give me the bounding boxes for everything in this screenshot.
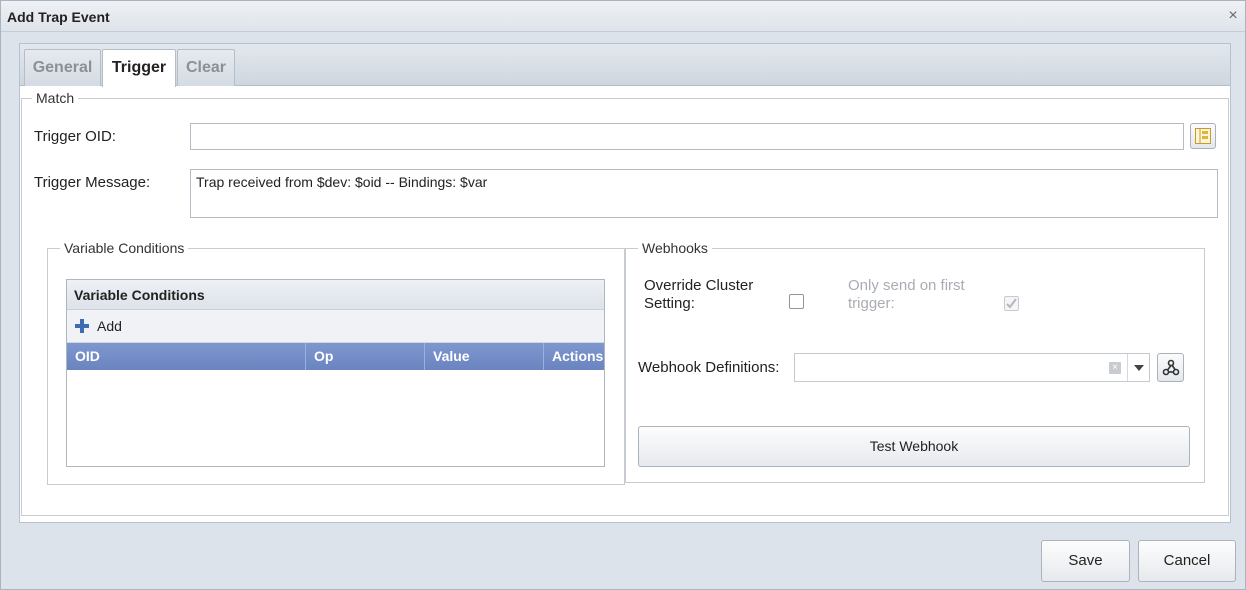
trigger-oid-input[interactable]	[190, 123, 1184, 150]
variable-conditions-legend: Variable Conditions	[60, 240, 189, 256]
match-legend: Match	[32, 90, 79, 106]
trigger-message-textarea[interactable]: Trap received from $dev: $oid -- Binding…	[190, 169, 1218, 218]
webhook-definitions-label: Webhook Definitions:	[638, 359, 780, 376]
chevron-down-icon	[1133, 364, 1144, 371]
test-webhook-button[interactable]: Test Webhook	[638, 426, 1190, 467]
match-fieldset: Match Trigger OID: Trigger Message: Trap…	[21, 90, 1229, 516]
webhooks-legend: Webhooks	[638, 240, 712, 256]
column-header-op[interactable]: Op	[306, 343, 425, 370]
add-trap-event-dialog: Add Trap Event × General Trigger Clear M…	[0, 0, 1246, 590]
webhooks-fieldset: Webhooks Override Cluster Setting: Only …	[625, 240, 1205, 483]
column-header-oid[interactable]: OID	[67, 343, 306, 370]
column-header-actions[interactable]: Actions	[544, 343, 604, 370]
plus-icon	[75, 319, 89, 333]
grid-header: OID Op Value Actions	[67, 343, 604, 370]
tree-browse-icon[interactable]	[1190, 123, 1216, 149]
add-button[interactable]: Add	[75, 318, 122, 334]
tab-general[interactable]: General	[24, 49, 101, 86]
override-cluster-checkbox[interactable]	[789, 294, 804, 309]
dialog-title: Add Trap Event	[7, 9, 110, 25]
tab-trigger[interactable]: Trigger	[102, 49, 176, 87]
webhook-definitions-combobox[interactable]: ×	[794, 353, 1150, 382]
first-trigger-label: Only send on first trigger:	[848, 277, 965, 312]
grid-toolbar: Add	[67, 310, 604, 343]
webhook-icon[interactable]	[1157, 353, 1184, 382]
grid-body	[67, 370, 604, 466]
dropdown-trigger[interactable]	[1127, 354, 1149, 381]
variable-conditions-grid: Variable Conditions Add OID Op Value Act…	[66, 279, 605, 467]
tab-clear[interactable]: Clear	[177, 49, 235, 86]
trigger-message-label: Trigger Message:	[34, 174, 151, 191]
tab-bar: General Trigger Clear	[20, 44, 1230, 87]
grid-title: Variable Conditions	[67, 280, 604, 310]
column-header-value[interactable]: Value	[425, 343, 544, 370]
save-button[interactable]: Save	[1041, 540, 1130, 582]
tab-panel: General Trigger Clear Match Trigger OID:…	[19, 43, 1231, 523]
trigger-oid-label: Trigger OID:	[34, 128, 116, 145]
cancel-button[interactable]: Cancel	[1138, 540, 1236, 582]
variable-conditions-fieldset: Variable Conditions Variable Conditions …	[47, 240, 625, 485]
add-button-label: Add	[97, 318, 122, 334]
first-trigger-checkbox[interactable]	[1004, 296, 1019, 311]
clear-icon[interactable]: ×	[1109, 362, 1121, 374]
dialog-titlebar[interactable]: Add Trap Event ×	[1, 1, 1245, 32]
close-icon[interactable]: ×	[1225, 6, 1241, 26]
check-icon	[1006, 298, 1017, 309]
override-cluster-label: Override Cluster Setting:	[644, 277, 754, 312]
